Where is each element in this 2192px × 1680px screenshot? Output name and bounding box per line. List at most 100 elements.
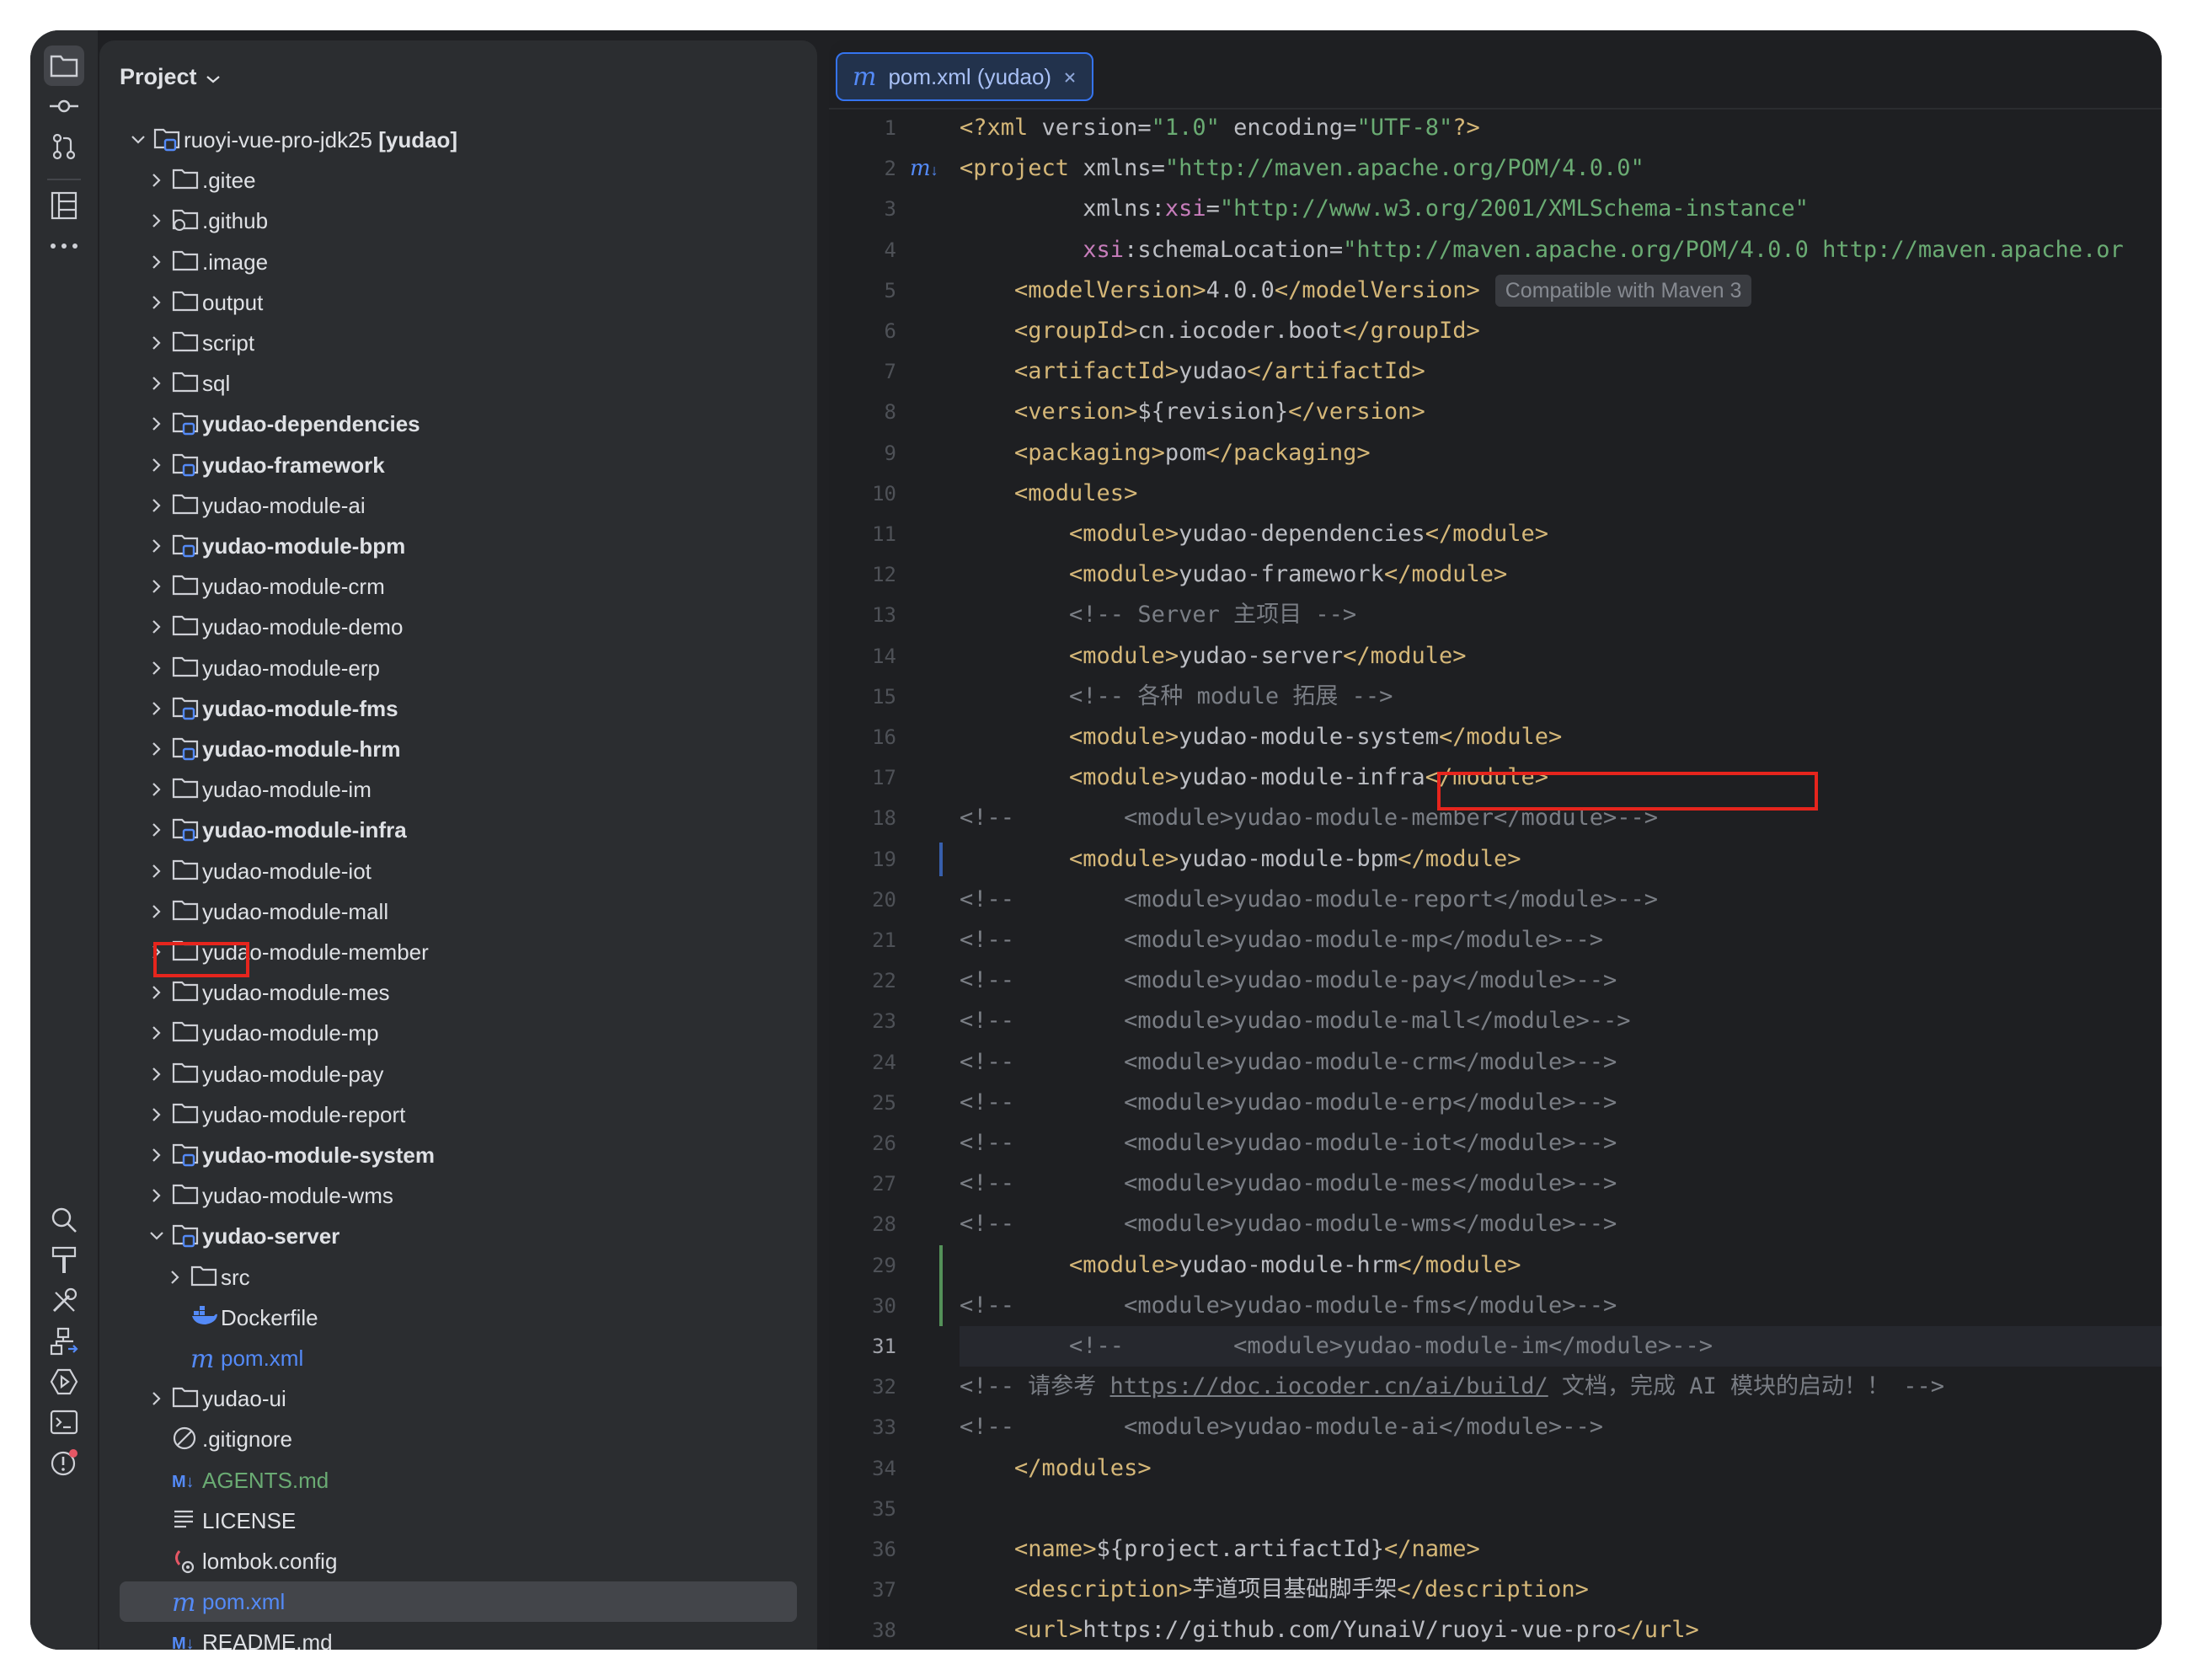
chevron-right-icon[interactable] <box>145 859 168 883</box>
tree-item[interactable]: script <box>99 323 817 363</box>
tree-item[interactable]: .github <box>99 201 817 241</box>
tree-item[interactable]: .gitee <box>99 160 817 201</box>
tree-item[interactable]: yudao-module-mes <box>99 972 817 1013</box>
tree-item[interactable]: yudao-module-fms <box>99 688 817 729</box>
maven-compat-hint[interactable]: Compatible with Maven 3 <box>1494 275 1752 308</box>
tree-item[interactable]: LICENSE <box>99 1501 817 1541</box>
tools-icon[interactable] <box>44 1281 84 1321</box>
structure-icon[interactable] <box>44 185 84 226</box>
code-line[interactable]: <!-- 请参考 https://doc.iocoder.cn/ai/build… <box>960 1367 1944 1407</box>
run-icon[interactable] <box>44 1362 84 1402</box>
tree-item[interactable]: Dockerfile <box>99 1297 817 1338</box>
more-tools-icon[interactable] <box>44 226 84 266</box>
chevron-right-icon[interactable] <box>145 575 168 598</box>
chevron-right-icon[interactable] <box>145 169 168 192</box>
chevron-right-icon[interactable] <box>145 737 168 761</box>
tree-item[interactable]: yudao-module-infra <box>99 810 817 850</box>
tree-item[interactable]: M↓ README.md <box>99 1622 817 1650</box>
tree-item[interactable]: yudao-module-demo <box>99 607 817 647</box>
chevron-right-icon[interactable] <box>145 1143 168 1167</box>
tree-item[interactable]: yudao-module-mp <box>99 1013 817 1053</box>
chevron-right-icon[interactable] <box>145 372 168 395</box>
chevron-right-icon[interactable] <box>145 615 168 639</box>
code-line[interactable]: <!-- <module>yudao-module-crm</module>--… <box>960 1042 1617 1083</box>
code-line[interactable]: <modules> <box>960 474 1137 514</box>
tree-item[interactable]: .gitignore <box>99 1419 817 1459</box>
code-line[interactable]: <packaging>pom</packaging> <box>960 433 1371 474</box>
chevron-right-icon[interactable] <box>145 291 168 314</box>
code-line[interactable]: <version>${revision}</version> <box>960 392 1425 432</box>
code-line[interactable]: <!-- <module>yudao-module-fms</module>--… <box>960 1286 1617 1326</box>
chevron-right-icon[interactable] <box>145 412 168 436</box>
tree-item[interactable]: yudao-ui <box>99 1378 817 1419</box>
search-icon[interactable] <box>44 1200 84 1240</box>
tree-item[interactable]: yudao-server <box>99 1216 817 1256</box>
code-line[interactable]: <artifactId>yudao</artifactId> <box>960 351 1425 392</box>
chevron-right-icon[interactable] <box>145 1387 168 1410</box>
code-line[interactable]: <!-- <module>yudao-module-mes</module>--… <box>960 1164 1617 1204</box>
project-folder-icon[interactable] <box>44 45 84 86</box>
code-line[interactable]: xsi:schemaLocation="http://maven.apache.… <box>960 230 2123 270</box>
code-line[interactable]: <name>${project.artifactId}</name> <box>960 1529 1480 1570</box>
code-line[interactable]: <?xml version="1.0" encoding="UTF-8"?> <box>960 108 1480 148</box>
code-line[interactable]: <!-- <module>yudao-module-wms</module>--… <box>960 1204 1617 1244</box>
code-line[interactable]: <module>yudao-server</module> <box>960 636 1466 677</box>
tree-item[interactable]: m pom.xml <box>99 1338 817 1378</box>
tree-item[interactable]: yudao-module-report <box>99 1094 817 1135</box>
tree-item[interactable]: yudao-framework <box>99 445 817 485</box>
change-marker-added[interactable] <box>938 1244 944 1330</box>
chevron-down-icon[interactable] <box>145 1224 168 1248</box>
problems-icon[interactable] <box>44 1442 84 1483</box>
chevron-right-icon[interactable] <box>145 1103 168 1126</box>
tree-item[interactable]: yudao-module-im <box>99 769 817 810</box>
tree-item[interactable]: yudao-module-system <box>99 1135 817 1175</box>
project-panel-header[interactable]: Project <box>120 57 221 96</box>
chevron-right-icon[interactable] <box>145 778 168 801</box>
tree-item[interactable]: yudao-module-pay <box>99 1054 817 1094</box>
close-icon[interactable] <box>1063 64 1077 90</box>
code-line[interactable]: <!-- <module>yudao-module-pay</module>--… <box>960 960 1617 1001</box>
code-line[interactable]: <module>yudao-module-system</module> <box>960 717 1562 757</box>
chevron-right-icon[interactable] <box>145 900 168 923</box>
code-line[interactable]: <module>yudao-dependencies</module> <box>960 514 1548 554</box>
tree-item[interactable]: m pom.xml <box>120 1581 797 1623</box>
chevron-right-icon[interactable] <box>145 250 168 274</box>
tree-item[interactable]: yudao-module-mall <box>99 891 817 932</box>
tree-item[interactable]: .image <box>99 242 817 282</box>
tree-item[interactable]: yudao-module-bpm <box>99 526 817 566</box>
tree-item[interactable]: src <box>99 1257 817 1297</box>
chevron-right-icon[interactable] <box>145 534 168 558</box>
chevron-right-icon[interactable] <box>145 453 168 477</box>
chevron-right-icon[interactable] <box>145 331 168 355</box>
tree-item[interactable]: yudao-module-crm <box>99 566 817 607</box>
terminal-icon[interactable] <box>44 1402 84 1442</box>
code-line[interactable]: <!-- <module>yudao-module-report</module… <box>960 880 1658 920</box>
code-line[interactable]: <!-- 各种 module 拓展 --> <box>960 677 1393 717</box>
build-hammer-icon[interactable] <box>44 1240 84 1281</box>
code-line[interactable]: <groupId>cn.iocoder.boot</groupId> <box>960 311 1480 351</box>
chevron-right-icon[interactable] <box>145 1062 168 1086</box>
code-line[interactable]: xmlns:xsi="http://www.w3.org/2001/XMLSch… <box>960 189 1809 229</box>
tree-item[interactable]: yudao-dependencies <box>99 404 817 444</box>
code-line[interactable]: <!-- <module>yudao-module-im</module>--> <box>960 1326 1713 1367</box>
code-line[interactable]: <!-- <module>yudao-module-mall</module>-… <box>960 1001 1631 1041</box>
chevron-right-icon[interactable] <box>145 981 168 1004</box>
tab-pom-xml[interactable]: m pom.xml (yudao) <box>836 52 1094 101</box>
code-line[interactable]: <modelVersion>4.0.0</modelVersion> Compat… <box>960 270 1752 311</box>
chevron-right-icon[interactable] <box>145 697 168 720</box>
code-line[interactable]: <url>https://github.com/YunaiV/ruoyi-vue… <box>960 1610 1699 1650</box>
code-line[interactable]: <description>芋道项目基础脚手架</description> <box>960 1570 1589 1610</box>
tree-item[interactable]: yudao-module-erp <box>99 648 817 688</box>
code-line[interactable]: <module>yudao-module-hrm</module> <box>960 1245 1521 1286</box>
tree-item[interactable]: ruoyi-vue-pro-jdk25 [yudao] <box>99 120 817 160</box>
tree-item[interactable]: lombok.config <box>99 1541 817 1581</box>
line-gutter[interactable]: 1 2 3 4 5 6 7 8 9 10 11 12 13 14 15 16 17 18 19 20 21 22 23 24 2… <box>829 108 977 1650</box>
tree-item[interactable]: sql <box>99 363 817 404</box>
pull-requests-icon[interactable] <box>44 126 84 167</box>
change-marker-modified[interactable] <box>938 842 944 880</box>
code-line[interactable]: </modules> <box>960 1448 1152 1489</box>
code-line[interactable]: <!-- <module>yudao-module-iot</module>--… <box>960 1123 1617 1164</box>
code-line[interactable]: <!-- <module>yudao-module-erp</module>--… <box>960 1083 1617 1123</box>
chevron-right-icon[interactable] <box>145 1021 168 1045</box>
code-line[interactable]: <module>yudao-module-bpm</module> <box>960 839 1521 880</box>
